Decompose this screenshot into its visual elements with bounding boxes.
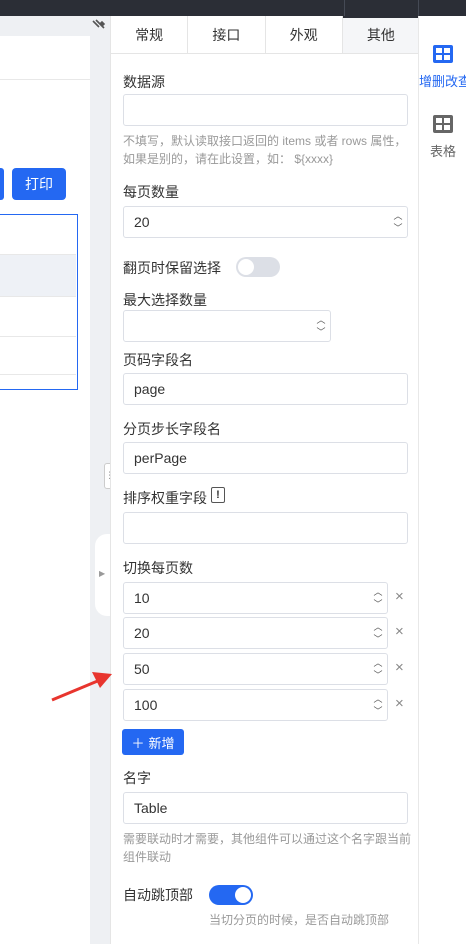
preview-table[interactable] <box>0 214 78 390</box>
max-select-label: 最大选择数量 <box>123 292 207 308</box>
number-stepper-icon[interactable]: ︿ ﹀ <box>369 583 387 613</box>
settings-panel: 常规 接口 外观 其他 数据源 不填写，默认读取接口返回的 items 或者 r… <box>110 16 419 944</box>
table-row <box>0 337 76 375</box>
remove-option-icon[interactable]: × <box>395 659 404 676</box>
per-page-option-value: 50 <box>134 661 150 677</box>
name-input[interactable]: Table <box>123 792 408 824</box>
per-page-option-value: 100 <box>134 697 158 713</box>
plus-icon: ＋ <box>131 735 145 751</box>
toggle-knob <box>238 259 254 275</box>
add-option-label: 新增 <box>148 735 175 751</box>
switch-per-page-label: 切换每页数 <box>123 560 193 576</box>
number-stepper-icon[interactable]: ︿ ﹀ <box>369 618 387 648</box>
table-row <box>0 297 76 337</box>
remove-option-icon[interactable]: × <box>395 623 404 640</box>
toolbar-button-partial[interactable] <box>0 168 4 200</box>
editor-canvas <box>0 16 110 944</box>
order-weight-input[interactable] <box>123 512 408 544</box>
table-label: 表格 <box>429 144 456 159</box>
table-header-row <box>0 215 76 255</box>
print-button[interactable]: 打印 <box>12 168 66 200</box>
collapse-arrow-icon[interactable]: ▶ <box>99 569 105 578</box>
remove-option-icon[interactable]: × <box>395 588 404 605</box>
add-option-button[interactable]: ＋ 新增 <box>122 729 184 755</box>
crud-label: 增删改查 <box>419 74 466 89</box>
number-stepper-icon[interactable]: ︿ ﹀ <box>369 690 387 720</box>
table-row <box>0 255 76 297</box>
per-page-option-input[interactable]: 20 ︿ ﹀ <box>123 617 388 649</box>
toolbar-divider <box>418 0 419 16</box>
keep-selection-label: 翻页时保留选择 <box>123 260 221 276</box>
max-select-input[interactable]: ︿ ﹀ <box>123 310 331 342</box>
preview-card-header <box>0 36 90 80</box>
auto-jump-label: 自动跳顶部 <box>123 887 193 903</box>
name-help: 需要联动时才需要，其他组件可以通过这个名字跟当前组件联动 <box>123 832 412 864</box>
toggle-knob <box>235 887 251 903</box>
settings-tabs: 常规 接口 外观 其他 <box>111 16 419 54</box>
per-page-input[interactable]: 20 ︿ ﹀ <box>123 206 408 238</box>
auto-jump-toggle[interactable] <box>209 885 253 905</box>
tab-api[interactable]: 接口 <box>188 16 266 53</box>
toolbar-divider <box>344 0 345 16</box>
remove-option-icon[interactable]: × <box>395 695 404 712</box>
per-page-option-input[interactable]: 10 ︿ ﹀ <box>123 582 388 614</box>
tab-general[interactable]: 常规 <box>111 16 189 53</box>
auto-jump-help: 当切分页的时候，是否自动跳顶部 <box>209 913 390 927</box>
top-toolbar <box>0 0 466 16</box>
info-icon[interactable]: ! <box>211 487 225 503</box>
number-stepper-icon[interactable]: ︿ ﹀ <box>389 207 407 237</box>
crud-component-item[interactable]: 增删改查 <box>419 44 466 90</box>
per-page-field-input[interactable]: perPage <box>123 442 408 474</box>
per-page-option-value: 10 <box>134 590 150 606</box>
number-stepper-icon[interactable]: ︿ ﹀ <box>312 311 330 341</box>
per-page-label: 每页数量 <box>123 184 179 200</box>
crud-icon <box>433 45 453 63</box>
number-stepper-icon[interactable]: ︿ ﹀ <box>369 654 387 684</box>
table-component-item[interactable]: 表格 <box>419 114 466 160</box>
page-field-label: 页码字段名 <box>123 352 193 368</box>
per-page-option-value: 20 <box>134 625 150 641</box>
data-source-help: 不填写，默认读取接口返回的 items 或者 rows 属性，如果是别的，请在此… <box>123 134 407 166</box>
data-source-input[interactable] <box>123 94 408 126</box>
tab-appearance[interactable]: 外观 <box>265 16 343 53</box>
per-page-value: 20 <box>134 214 150 230</box>
tab-other[interactable]: 其他 <box>342 16 419 53</box>
name-label: 名字 <box>123 770 151 786</box>
keep-selection-toggle[interactable] <box>236 257 280 277</box>
pin-icon[interactable] <box>90 18 106 34</box>
per-page-option-input[interactable]: 50 ︿ ﹀ <box>123 653 388 685</box>
order-weight-label: 排序权重字段 <box>123 490 207 506</box>
per-page-field-label: 分页步长字段名 <box>123 421 221 437</box>
per-page-option-input[interactable]: 100 ︿ ﹀ <box>123 689 388 721</box>
page-field-input[interactable]: page <box>123 373 408 405</box>
table-icon <box>433 115 453 133</box>
component-strip: 增删改查 表格 <box>418 16 466 944</box>
data-source-label: 数据源 <box>123 74 165 90</box>
